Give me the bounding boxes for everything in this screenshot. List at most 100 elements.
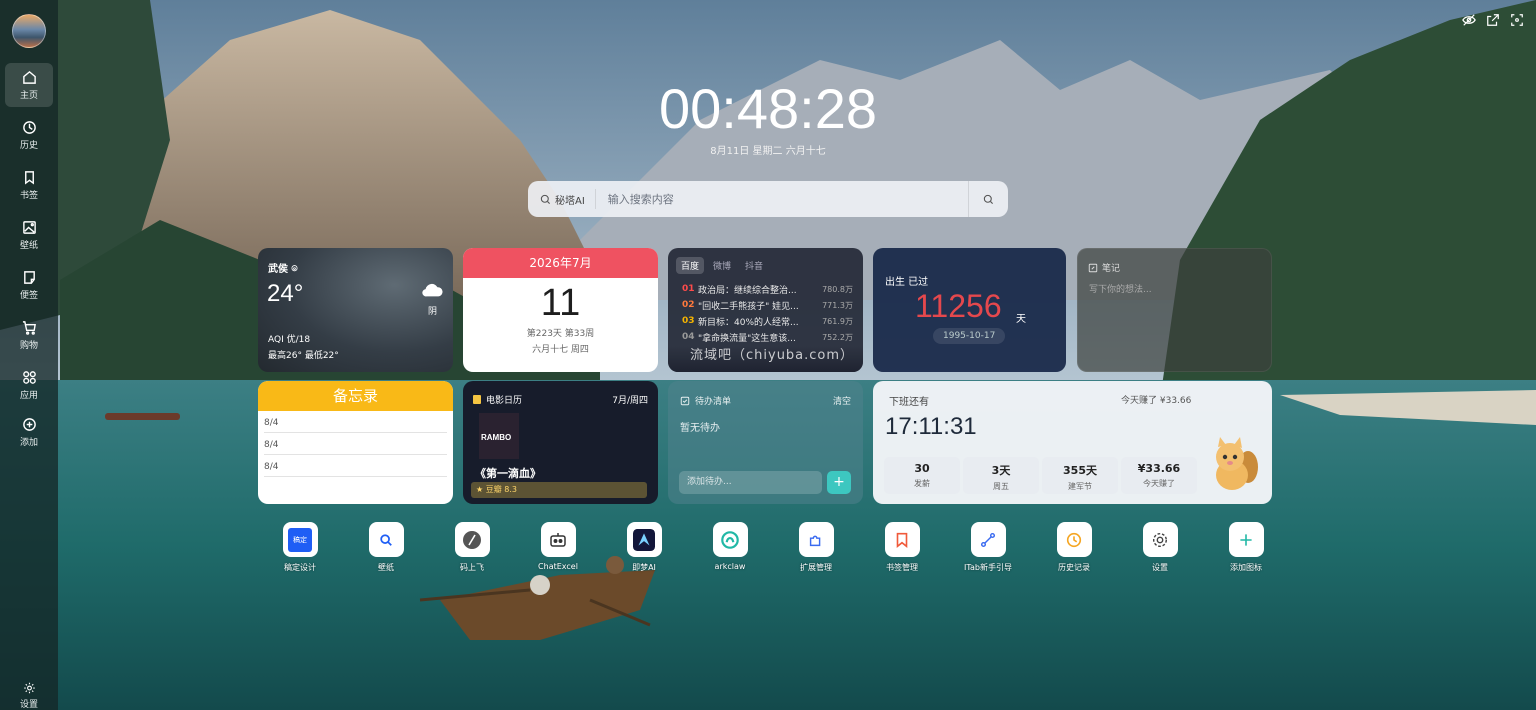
- sidebar-item-home[interactable]: 主页: [5, 63, 53, 107]
- memo-widget[interactable]: 备忘录 8/4 8/4 8/4: [258, 381, 453, 504]
- app-gear[interactable]: 设置: [1130, 522, 1190, 573]
- fullscreen-icon[interactable]: [1510, 12, 1524, 26]
- search-input[interactable]: [595, 192, 968, 206]
- movie-date: 7月/周四: [612, 396, 648, 406]
- weather-range: 最高26° 最低22°: [268, 351, 339, 361]
- offwork-time: 17:11:31: [885, 413, 977, 440]
- film-icon: [473, 395, 481, 404]
- history-icon: [1056, 522, 1092, 557]
- movie-poster: RAMBO: [479, 413, 519, 459]
- app-history[interactable]: 历史记录: [1044, 522, 1104, 573]
- jimeng-icon: [626, 522, 662, 557]
- todo-header: 待办清单: [680, 394, 731, 407]
- open-external-icon[interactable]: [1486, 12, 1500, 26]
- movie-rating: ★ 豆瓣 8.3: [471, 482, 647, 498]
- history-icon: [22, 120, 36, 134]
- hotlist-rank: 04: [682, 332, 695, 342]
- app-jimeng[interactable]: 即梦AI: [614, 522, 674, 573]
- sidebar-item-label: 添加: [19, 437, 38, 448]
- offwork-countdown-widget[interactable]: 下班还有 今天赚了 ¥33.66 17:11:31 30 发薪 3天 周五 355天…: [873, 381, 1272, 504]
- sidebar-item-history[interactable]: 历史: [5, 113, 53, 157]
- hotlist-item[interactable]: 02 "回收二手熊孩子" 娃见... 771.3万: [682, 297, 853, 313]
- app-search[interactable]: 壁纸: [356, 522, 416, 573]
- todo-clear-button[interactable]: 清空: [833, 394, 851, 407]
- sidebar-item-note[interactable]: 便签: [5, 263, 53, 307]
- tab-weibo[interactable]: 微博: [708, 257, 736, 274]
- hotlist-rank: 02: [682, 300, 695, 310]
- calendar-lunar: 六月十七 周四: [532, 345, 589, 355]
- calendar-week-info: 第223天 第33周: [526, 329, 595, 339]
- gear-icon: [1142, 522, 1178, 557]
- sidebar-item-label: 壁纸: [19, 240, 38, 251]
- app-puzzle[interactable]: 扩展管理: [786, 522, 846, 573]
- offwork-earned: 今天赚了 ¥33.66: [1121, 396, 1192, 406]
- hotlist-item[interactable]: 01 政治局：继续综合整治... 780.8万: [682, 281, 853, 297]
- app-label: 历史记录: [1058, 563, 1090, 572]
- sidebar: 主页 历史 书签 壁纸 便签 购物 应用 添加 设置: [0, 0, 58, 710]
- stat-item: 355天 建军节: [1042, 457, 1118, 494]
- avatar[interactable]: [12, 14, 46, 48]
- app-bookmark[interactable]: 书签管理: [872, 522, 932, 573]
- birth-counter-widget[interactable]: 出生 已过 11256 天 1995-10-17: [873, 248, 1066, 372]
- weather-widget[interactable]: 武侯 ⌾ 24° 阴 AQI 优/18 最高26° 最低22°: [258, 248, 453, 372]
- memo-line[interactable]: 8/4: [264, 433, 447, 455]
- clock-date: 8月11日 星期二 六月十七: [710, 146, 826, 157]
- image-icon: [22, 220, 36, 234]
- calendar-month: 2026年7月: [463, 248, 658, 278]
- hotlist-heat: 761.9万: [822, 316, 853, 326]
- hide-icon[interactable]: [1462, 12, 1476, 26]
- app-route[interactable]: ITab新手引导: [958, 522, 1018, 573]
- apps-icon: [22, 370, 36, 384]
- sidebar-item-apps[interactable]: 应用: [5, 363, 53, 407]
- calendar-day: 11: [540, 282, 581, 324]
- search-icon: [368, 522, 404, 557]
- app-label: 添加图标: [1230, 563, 1262, 572]
- calendar-widget[interactable]: 2026年7月 11 第223天 第33周 六月十七 周四: [463, 248, 658, 372]
- search-icon: [540, 194, 551, 204]
- todo-input[interactable]: 添加待办...: [679, 471, 822, 494]
- app-feather[interactable]: 码上飞: [442, 522, 502, 573]
- movie-calendar-widget[interactable]: 电影日历 7月/周四 RAMBO 《第一滴血》 ★ 豆瓣 8.3: [463, 381, 658, 504]
- search-button[interactable]: [968, 181, 1008, 217]
- tab-douyin[interactable]: 抖音: [740, 257, 768, 274]
- memo-line[interactable]: 8/4: [264, 455, 447, 477]
- clock: 00:48:28 8月11日 星期二 六月十七: [618, 78, 918, 158]
- sidebar-item-label: 历史: [19, 140, 38, 151]
- note-header: 笔记: [1088, 261, 1120, 274]
- note-widget[interactable]: 笔记 写下你的想法...: [1077, 248, 1272, 372]
- sidebar-item-add[interactable]: 添加: [5, 410, 53, 454]
- search-engine-selector[interactable]: 秘塔AI: [528, 189, 596, 209]
- hotlist-item[interactable]: 04 "拿命换流量"这生意该... 752.2万: [682, 329, 853, 345]
- todo-add-button[interactable]: +: [827, 471, 851, 494]
- search-bar: 秘塔AI: [528, 181, 1008, 217]
- cat-mascot-icon: [1216, 437, 1258, 490]
- hotlist-rank: 01: [682, 284, 695, 294]
- app-robot[interactable]: ChatExcel: [528, 522, 588, 571]
- offwork-stats: 30 发薪 3天 周五 355天 建军节 ¥33.66 今天赚了: [884, 457, 1197, 494]
- bookmark-icon: [884, 522, 920, 557]
- birth-label: 出生 已过: [885, 277, 929, 288]
- gear-icon: [23, 682, 35, 694]
- app-plus[interactable]: 添加图标: [1216, 522, 1276, 573]
- hotlist-title: "回收二手熊孩子" 娃见...: [698, 301, 799, 312]
- note-placeholder[interactable]: 写下你的想法...: [1089, 282, 1152, 295]
- offwork-label: 下班还有: [889, 397, 929, 408]
- hotlist-rank: 03: [682, 316, 695, 326]
- search-engine-label: 秘塔AI: [555, 195, 585, 207]
- tab-baidu[interactable]: 百度: [676, 257, 705, 274]
- hotlist-title: 新目标：40%的人经常...: [698, 317, 799, 328]
- app-dock: 稿定 稿定设计 壁纸 码上飞 ChatExcel 即梦AI arkclaw 扩展管理 书签管理 I…: [270, 522, 1270, 582]
- birth-date: 1995-10-17: [933, 328, 1006, 344]
- sidebar-item-wallpaper[interactable]: 壁纸: [5, 213, 53, 257]
- memo-line[interactable]: 8/4: [264, 411, 447, 433]
- weather-temp: 24°: [267, 280, 304, 307]
- sidebar-item-settings[interactable]: 设置: [5, 676, 53, 710]
- app-arkclaw[interactable]: arkclaw: [700, 522, 760, 571]
- sidebar-item-bookmark[interactable]: 书签: [5, 163, 53, 207]
- home-icon: [22, 70, 36, 84]
- sidebar-item-shopping[interactable]: 购物: [5, 313, 53, 357]
- hotlist-item[interactable]: 03 新目标：40%的人经常... 761.9万: [682, 313, 853, 329]
- movie-header: 电影日历: [473, 393, 522, 406]
- app-gaoding[interactable]: 稿定 稿定设计: [270, 522, 330, 573]
- route-icon: [970, 522, 1006, 557]
